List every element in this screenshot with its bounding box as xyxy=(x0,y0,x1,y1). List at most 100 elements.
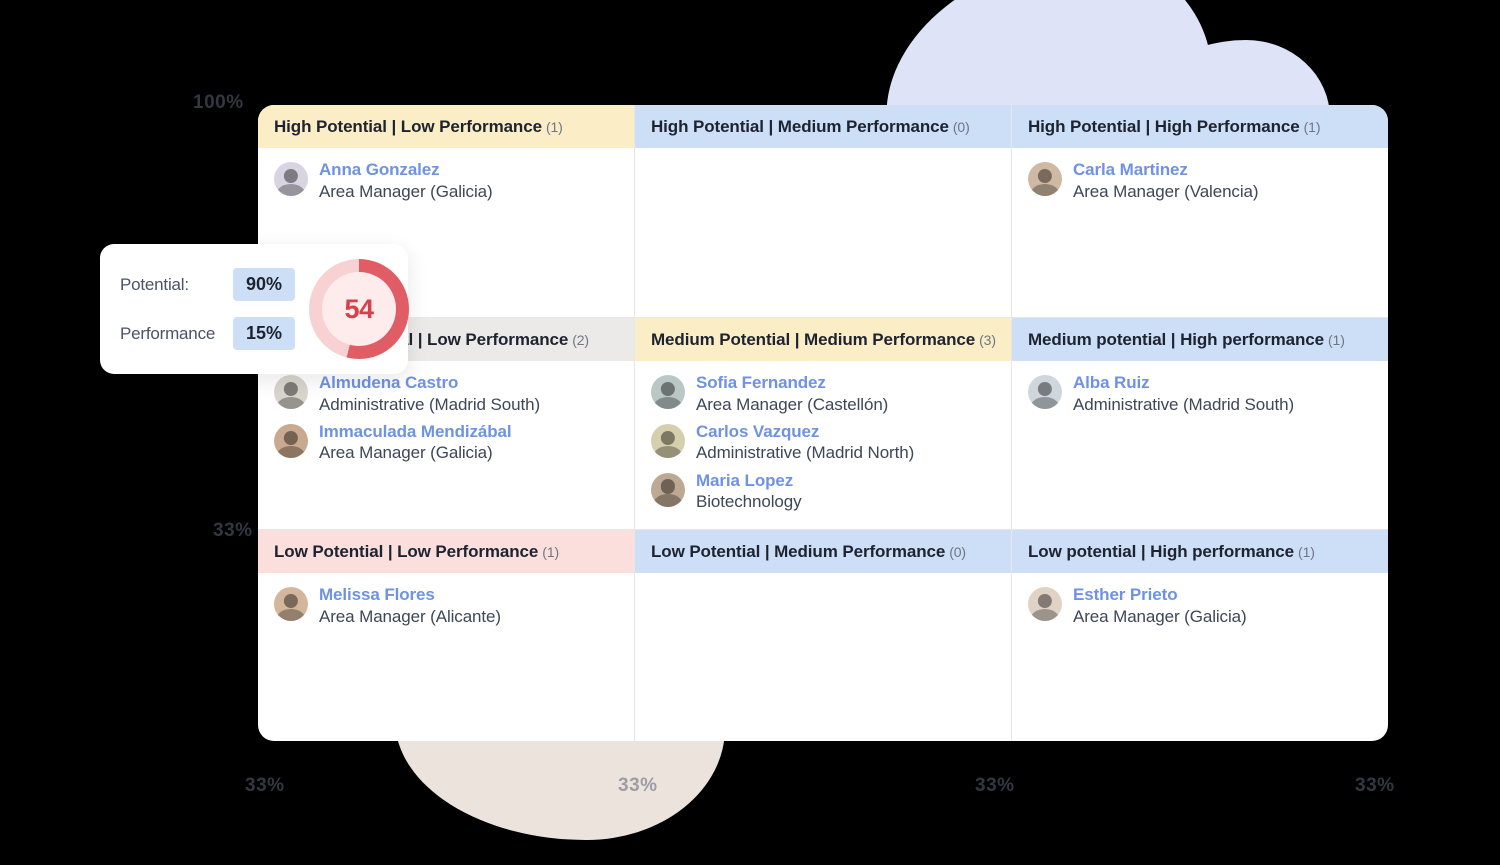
avatar xyxy=(651,423,685,458)
avatar xyxy=(1028,162,1062,197)
matrix-cell-body: Melissa Flores Area Manager (Alicante) xyxy=(258,573,634,741)
matrix-cell-count: (3) xyxy=(979,332,996,348)
person-role: Administrative (Madrid South) xyxy=(319,394,541,414)
performance-value: 15% xyxy=(233,317,296,350)
person-name-link[interactable]: Esther Prieto xyxy=(1073,585,1247,605)
potential-label: Potential: xyxy=(120,274,189,294)
watermark-text: 33% xyxy=(618,775,658,796)
matrix-cell: High Potential | Medium Performance (0) xyxy=(634,105,1011,317)
matrix-cell-body: Esther Prieto Area Manager (Galicia) xyxy=(1012,573,1388,741)
matrix-cell-body: Carla Martinez Area Manager (Valencia) xyxy=(1012,148,1388,317)
matrix-cell-header: Low Potential | Low Performance (1) xyxy=(258,530,634,574)
person-entry[interactable]: Melissa Flores Area Manager (Alicante) xyxy=(274,585,620,627)
avatar xyxy=(274,375,308,410)
person-role: Biotechnology xyxy=(696,491,802,511)
gauge-value: 54 xyxy=(344,293,375,324)
person-entry[interactable]: Sofia Fernandez Area Manager (Castellón) xyxy=(651,373,997,415)
matrix-cell-body: Almudena Castro Administrative (Madrid So… xyxy=(258,361,634,529)
avatar xyxy=(274,162,308,197)
score-gauge: 54 xyxy=(309,259,410,359)
matrix-cell-title: Low Potential | Medium Performance xyxy=(651,542,946,561)
score-popup: Potential: 90% Performance 15% 54 xyxy=(100,244,410,374)
performance-label: Performance xyxy=(120,323,216,343)
person-name-link[interactable]: Anna Gonzalez xyxy=(319,160,493,180)
person-text: Almudena Castro Administrative (Madrid So… xyxy=(319,373,540,415)
matrix-cell-title: Low Potential | Low Performance xyxy=(274,542,539,561)
person-entry[interactable]: Carla Martinez Area Manager (Valencia) xyxy=(1028,160,1374,202)
watermark-text: 33% xyxy=(1355,775,1395,796)
person-role: Administrative (Madrid South) xyxy=(1073,394,1295,414)
matrix-cell: Low potential | High performance (1) Esthe… xyxy=(1011,529,1388,741)
matrix-row: Medium Potential | Low Performance (2) Alm… xyxy=(258,317,1388,529)
matrix-cell-count: (2) xyxy=(572,332,589,348)
matrix-cell-title: Medium Potential | Medium Performance xyxy=(651,330,976,349)
matrix-row: Low Potential | Low Performance (1) Meliss… xyxy=(258,529,1388,741)
avatar xyxy=(651,375,685,410)
watermark-text: 100% xyxy=(193,92,244,113)
matrix-cell: High Potential | High Performance (1) Carl… xyxy=(1011,105,1388,317)
person-entry[interactable]: Maria Lopez Biotechnology xyxy=(651,471,997,513)
person-entry[interactable]: Esther Prieto Area Manager (Galicia) xyxy=(1028,585,1374,627)
matrix-cell-count: (0) xyxy=(949,544,966,560)
person-name-link[interactable]: Maria Lopez xyxy=(696,471,802,491)
person-role: Area Manager (Galicia) xyxy=(1073,606,1247,626)
matrix-cell-header: High Potential | Medium Performance (0) xyxy=(635,105,1011,149)
avatar xyxy=(651,472,685,507)
matrix-cell-title: High Potential | Low Performance xyxy=(274,117,542,136)
matrix-cell-count: (1) xyxy=(1303,119,1321,135)
person-name-link[interactable]: Sofia Fernandez xyxy=(696,373,888,393)
person-entry[interactable]: Carlos Vazquez Administrative (Madrid Nor… xyxy=(651,422,997,464)
avatar xyxy=(1028,375,1062,410)
matrix-cell-count: (0) xyxy=(952,119,970,135)
person-text: Immaculada Mendizábal Area Manager (Galic… xyxy=(319,422,512,464)
person-text: Anna Gonzalez Area Manager (Galicia) xyxy=(319,160,493,202)
person-text: Carlos Vazquez Administrative (Madrid Nor… xyxy=(696,422,914,464)
person-name-link[interactable]: Alba Ruiz xyxy=(1073,373,1294,393)
matrix-cell: Low Potential | Medium Performance (0) xyxy=(634,529,1011,741)
person-text: Carla Martinez Area Manager (Valencia) xyxy=(1073,160,1259,202)
person-role: Administrative (Madrid North) xyxy=(696,443,915,463)
watermark-text: 33% xyxy=(245,775,285,796)
person-text: Esther Prieto Area Manager (Galicia) xyxy=(1073,585,1247,627)
matrix-cell: Medium potential | High performance (1) Al… xyxy=(1011,317,1388,529)
matrix-cell-title: Medium potential | High performance xyxy=(1028,330,1324,349)
matrix-cell-body: Alba Ruiz Administrative (Madrid South) xyxy=(1012,361,1388,529)
matrix-cell-header: High Potential | High Performance (1) xyxy=(1012,105,1388,149)
matrix-cell-header: High Potential | Low Performance (1) xyxy=(258,105,634,149)
matrix-cell-title: High Potential | Medium Performance xyxy=(651,117,949,136)
watermark-text: 33% xyxy=(213,520,253,541)
matrix-cell-title: High Potential | High Performance xyxy=(1028,117,1300,136)
person-role: Area Manager (Valencia) xyxy=(1073,181,1259,201)
person-entry[interactable]: Immaculada Mendizábal Area Manager (Galic… xyxy=(274,422,620,464)
person-entry[interactable]: Anna Gonzalez Area Manager (Galicia) xyxy=(274,160,620,202)
person-name-link[interactable]: Almudena Castro xyxy=(319,373,540,393)
matrix-cell-header: Low Potential | Medium Performance (0) xyxy=(635,530,1011,574)
matrix-cell-title: Low potential | High performance xyxy=(1028,542,1295,561)
matrix-cell-header: Medium potential | High performance (1) xyxy=(1012,318,1388,362)
matrix-cell-count: (1) xyxy=(542,544,560,560)
matrix-cell-body xyxy=(635,148,1011,317)
person-text: Melissa Flores Area Manager (Alicante) xyxy=(319,585,501,627)
avatar xyxy=(274,587,308,622)
potential-value: 90% xyxy=(233,268,296,301)
person-name-link[interactable]: Immaculada Mendizábal xyxy=(319,422,512,442)
person-name-link[interactable]: Carlos Vazquez xyxy=(696,422,914,442)
metric-list: Potential: 90% Performance 15% xyxy=(120,268,296,350)
matrix-cell-count: (1) xyxy=(1298,544,1315,560)
person-entry[interactable]: Alba Ruiz Administrative (Madrid South) xyxy=(1028,373,1374,415)
person-role: Area Manager (Alicante) xyxy=(319,606,501,626)
metric-row-potential: Potential: 90% xyxy=(120,268,296,301)
person-role: Area Manager (Castellón) xyxy=(696,394,889,414)
matrix-cell-count: (1) xyxy=(545,119,563,135)
talent-matrix-card: High Potential | Low Performance (1) Anna … xyxy=(258,105,1388,741)
matrix-cell-count: (1) xyxy=(1327,332,1345,348)
matrix-cell: Low Potential | Low Performance (1) Meliss… xyxy=(258,529,634,741)
matrix-cell-header: Low potential | High performance (1) xyxy=(1012,530,1388,574)
matrix-cell-body: Sofia Fernandez Area Manager (Castellón) C… xyxy=(635,361,1011,529)
matrix-cell: Medium Potential | Medium Performance (3)… xyxy=(634,317,1011,529)
person-name-link[interactable]: Melissa Flores xyxy=(319,585,501,605)
watermark-text: 33% xyxy=(975,775,1015,796)
person-name-link[interactable]: Carla Martinez xyxy=(1073,160,1258,180)
matrix-row: High Potential | Low Performance (1) Anna … xyxy=(258,105,1388,317)
person-entry[interactable]: Almudena Castro Administrative (Madrid So… xyxy=(274,373,620,415)
